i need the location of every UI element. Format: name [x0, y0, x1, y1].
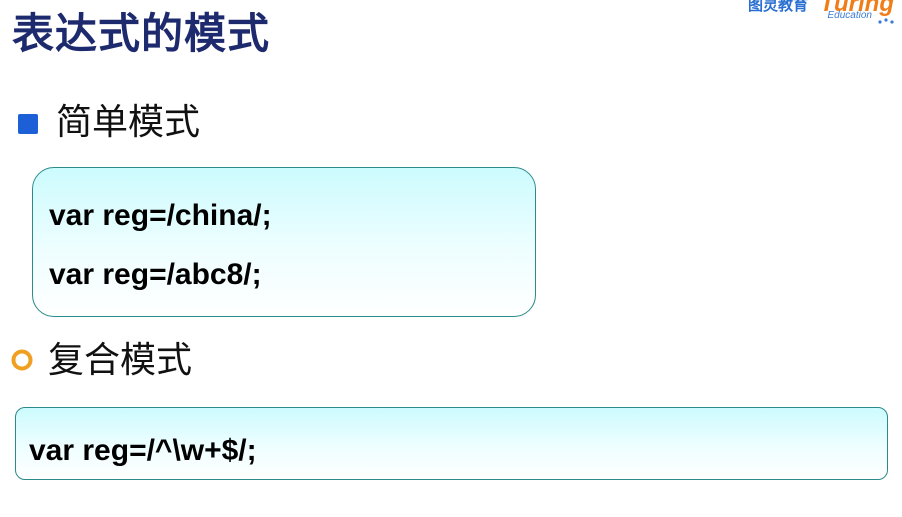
- orange-ring-bullet-icon: [11, 349, 33, 371]
- code-line: var reg=/abc8/;: [49, 258, 262, 291]
- blue-square-bullet-icon: [18, 114, 38, 134]
- slide-title: 表达式的模式: [12, 9, 271, 58]
- section-heading-compound: 复合模式: [48, 340, 193, 381]
- logo-dots-icon: [878, 18, 894, 24]
- turing-education-logo: 图灵教育 Turing Education: [748, 0, 898, 32]
- section-heading-simple: 简单模式: [56, 102, 201, 143]
- code-box-simple: var reg=/china/; var reg=/abc8/;: [32, 167, 536, 317]
- logo-sub-text: Education: [827, 10, 872, 21]
- logo-chinese-text: 图灵教育: [748, 0, 809, 14]
- code-line: var reg=/china/;: [49, 199, 272, 232]
- code-line: var reg=/^\w+$/;: [29, 434, 257, 467]
- code-box-compound: var reg=/^\w+$/;: [15, 407, 888, 480]
